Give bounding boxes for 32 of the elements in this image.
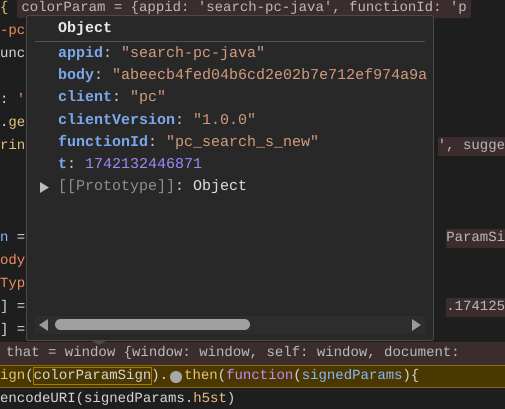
code-text: rin	[0, 138, 26, 155]
code-text: encodeURI(signedParams.h5st)	[0, 391, 236, 408]
object-property: clientVersion: "1.0.0"	[58, 110, 258, 131]
horizontal-scrollbar[interactable]	[35, 316, 425, 334]
code-text: {	[0, 0, 8, 17]
code-text: Typ	[0, 276, 26, 293]
object-property: client: "pc"	[58, 88, 168, 108]
inline-value: .174125	[446, 298, 505, 317]
code-text: n =	[0, 230, 26, 247]
code-text: ] =	[0, 322, 26, 339]
object-property: t: 1742132446871	[58, 154, 204, 175]
object-property: functionId: "pc_search_s_new"	[58, 132, 320, 153]
code-text: ody	[0, 253, 26, 270]
expand-triangle-icon[interactable]	[40, 182, 49, 193]
code-text: ign(colorParamSign).	[0, 368, 168, 385]
code-text: : '	[0, 92, 26, 109]
object-property: appid: "search-pc-java"	[58, 44, 266, 64]
breakpoint-icon[interactable]	[170, 370, 182, 382]
scroll-left-button[interactable]	[39, 319, 49, 331]
object-property: body: "abeecb4fed04b6cd2e02b7e712ef974a9a	[58, 66, 425, 86]
prototype-property: [[Prototype]]: Object	[58, 177, 248, 198]
popover-title: Object	[35, 16, 425, 42]
inline-value: ', sugge	[438, 137, 505, 156]
code-text: .ge	[0, 115, 26, 132]
inline-value: ParamSi	[446, 229, 505, 248]
scrollbar-thumb[interactable]	[55, 319, 250, 330]
code-text: unc	[0, 46, 26, 63]
scroll-right-button[interactable]	[411, 319, 421, 331]
code-text: ] =	[0, 299, 26, 316]
code-text: that = window {window: window, self: window, document:	[6, 345, 460, 362]
code-text: -pc	[0, 23, 26, 40]
code-text: then(function(signedParams){	[184, 368, 420, 385]
